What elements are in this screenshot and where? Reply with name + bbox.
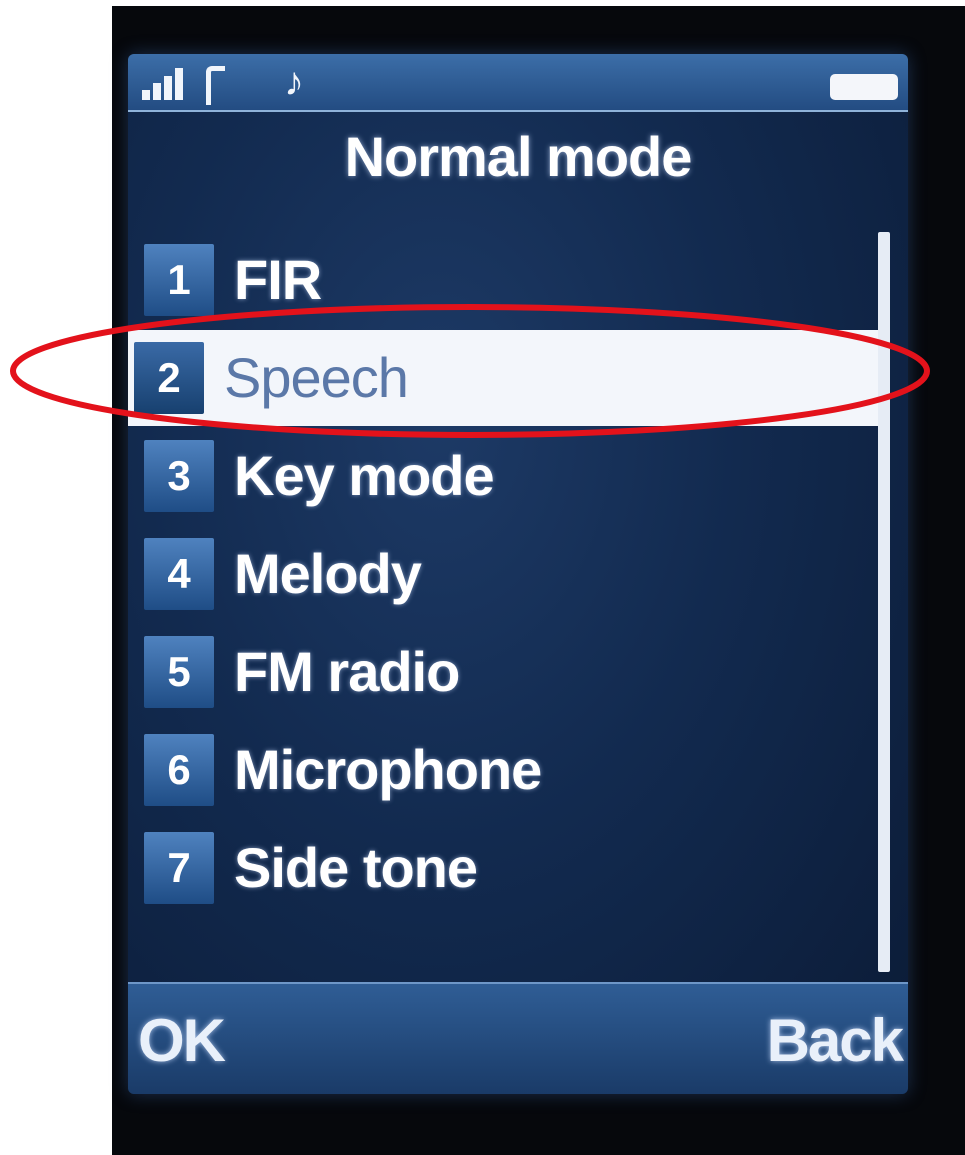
menu-item-melody[interactable]: 4 Melody	[138, 526, 868, 622]
menu-item-side-tone[interactable]: 7 Side tone	[138, 820, 868, 916]
menu-item-label: Melody	[234, 542, 422, 605]
battery-icon	[830, 74, 898, 100]
menu-item-fm-radio[interactable]: 5 FM radio	[138, 624, 868, 720]
phone-screen: ♪ Normal mode 1 FIR 2 Speech 3 Key mode …	[128, 54, 908, 1094]
menu-item-label: FM radio	[234, 640, 460, 703]
menu-item-key-mode[interactable]: 3 Key mode	[138, 428, 868, 524]
menu-item-number: 7	[144, 832, 214, 904]
status-bar: ♪	[128, 54, 908, 112]
menu-item-number: 3	[144, 440, 214, 512]
menu-item-number: 5	[144, 636, 214, 708]
page-title: Normal mode	[344, 125, 693, 188]
menu-item-label: Key mode	[234, 444, 495, 507]
softkey-bar: OK Back	[128, 982, 908, 1094]
menu-item-microphone[interactable]: 6 Microphone	[138, 722, 868, 818]
menu-item-number: 4	[144, 538, 214, 610]
antenna-icon	[206, 66, 225, 105]
highlight-annotation-ellipse	[10, 304, 930, 438]
ok-softkey[interactable]: OK	[138, 1006, 226, 1075]
menu-item-number: 6	[144, 734, 214, 806]
menu-item-label: Side tone	[234, 836, 478, 899]
signal-icon	[142, 68, 196, 100]
menu-item-label: Microphone	[234, 738, 542, 801]
back-softkey[interactable]: Back	[767, 1006, 904, 1075]
music-icon: ♪	[284, 60, 304, 104]
